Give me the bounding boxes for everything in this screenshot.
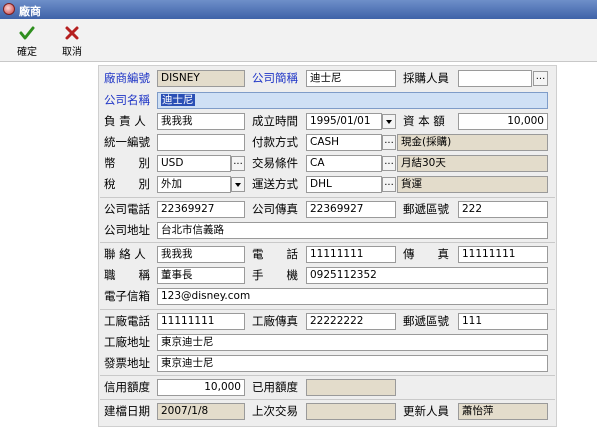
email-label: 電子信箱 [104,289,150,303]
buyer-lookup-button[interactable]: ... [533,71,548,86]
mobile-label: 手 機 [252,268,298,282]
company-name-selected-text: 迪士尼 [161,94,195,106]
last-trade-label: 上次交易 [252,404,298,418]
factory-zip-field[interactable]: 111 [458,313,548,330]
capital-label: 資 本 額 [403,114,445,128]
section-divider [100,197,555,198]
contact-label: 聯 絡 人 [104,247,146,261]
capital-field[interactable]: 10,000 [458,113,548,130]
buyer-field[interactable] [458,70,532,87]
trade-terms-label: 交易條件 [252,156,298,170]
tax-id-label: 統一編號 [104,135,150,149]
phone-field[interactable]: 22369927 [157,201,245,218]
shipping-description-field: 貨運 [397,176,548,193]
owner-field[interactable]: 我我我 [157,113,245,130]
app-icon [3,3,15,15]
currency-label: 幣 別 [104,156,150,170]
credit-used-label: 已用額度 [252,380,298,394]
contact-field[interactable]: 我我我 [157,246,245,263]
close-icon [65,26,79,40]
factory-phone-field[interactable]: 11111111 [157,313,245,330]
founded-dropdown-button[interactable] [382,114,396,129]
mobile-field[interactable]: 0925112352 [306,267,548,284]
credit-used-field [306,379,396,396]
created-date-label: 建檔日期 [104,404,150,418]
payment-description-field: 現金(採購) [397,134,548,151]
payment-code-field[interactable]: CASH [306,134,382,151]
founded-label: 成立時間 [252,114,298,128]
contact-fax-field[interactable]: 11111111 [458,246,548,263]
payment-label: 付款方式 [252,135,298,149]
trade-terms-lookup-button[interactable]: ... [382,156,396,171]
vendor-code-field[interactable]: DISNEY [157,70,245,87]
credit-limit-label: 信用額度 [104,380,150,394]
cancel-button[interactable]: 取消 [52,23,92,59]
company-name-field[interactable]: 迪士尼 [157,92,548,109]
tax-type-dropdown-button[interactable] [231,177,245,192]
toolbar: 確定 取消 [0,19,597,62]
shipping-lookup-button[interactable]: ... [382,177,396,192]
window-title: 廠商 [19,5,41,18]
buyer-label: 採購人員 [403,71,449,85]
vendor-code-label: 廠商編號 [104,71,150,85]
phone-label: 公司電話 [104,202,150,216]
trade-terms-description-field: 月結30天 [397,155,548,172]
section-divider [100,309,555,310]
fax-field[interactable]: 22369927 [306,201,396,218]
cancel-label: 取消 [62,47,82,58]
contact-fax-label: 傳 真 [403,247,449,261]
trade-terms-code-field[interactable]: CA [306,155,382,172]
fax-label: 公司傳真 [252,202,298,216]
section-divider [100,242,555,243]
currency-field[interactable]: USD [157,155,231,172]
factory-phone-label: 工廠電話 [104,314,150,328]
tax-id-field[interactable] [157,134,245,151]
job-title-label: 職 稱 [104,268,150,282]
confirm-button[interactable]: 確定 [7,23,47,59]
shipping-code-field[interactable]: DHL [306,176,382,193]
zip-field[interactable]: 222 [458,201,548,218]
factory-address-field[interactable]: 東京迪士尼 [157,334,548,351]
tax-type-label: 稅 別 [104,177,150,191]
payment-lookup-button[interactable]: ... [382,135,396,150]
factory-zip-label: 郵遞區號 [403,314,449,328]
zip-label: 郵遞區號 [403,202,449,216]
job-title-field[interactable]: 董事長 [157,267,245,284]
company-short-label: 公司簡稱 [252,71,298,85]
confirm-label: 確定 [17,47,37,58]
updated-by-field: 蕭怡萍 [458,403,548,420]
address-label: 公司地址 [104,223,150,237]
owner-label: 負 責 人 [104,114,146,128]
credit-limit-field[interactable]: 10,000 [157,379,245,396]
email-field[interactable]: 123@disney.com [157,288,548,305]
factory-fax-label: 工廠傳真 [252,314,298,328]
contact-phone-label: 電 話 [252,247,298,261]
created-date-field: 2007/1/8 [157,403,245,420]
address-field[interactable]: 台北市信義路 [157,222,548,239]
invoice-address-label: 發票地址 [104,356,150,370]
checkmark-icon [19,26,35,40]
contact-phone-field[interactable]: 11111111 [306,246,396,263]
section-divider [100,375,555,376]
factory-fax-field[interactable]: 22222222 [306,313,396,330]
title-bar: 廠商 [0,0,597,19]
section-divider [100,399,555,400]
factory-address-label: 工廠地址 [104,335,150,349]
company-short-field[interactable]: 迪士尼 [306,70,396,87]
invoice-address-field[interactable]: 東京迪士尼 [157,355,548,372]
company-name-label: 公司名稱 [104,93,150,107]
updated-by-label: 更新人員 [403,404,449,418]
last-trade-field [306,403,396,420]
tax-type-select[interactable]: 外加 [157,176,231,193]
founded-date-field[interactable]: 1995/01/01 [306,113,382,130]
currency-lookup-button[interactable]: ... [231,156,245,171]
shipping-label: 運送方式 [252,177,298,191]
